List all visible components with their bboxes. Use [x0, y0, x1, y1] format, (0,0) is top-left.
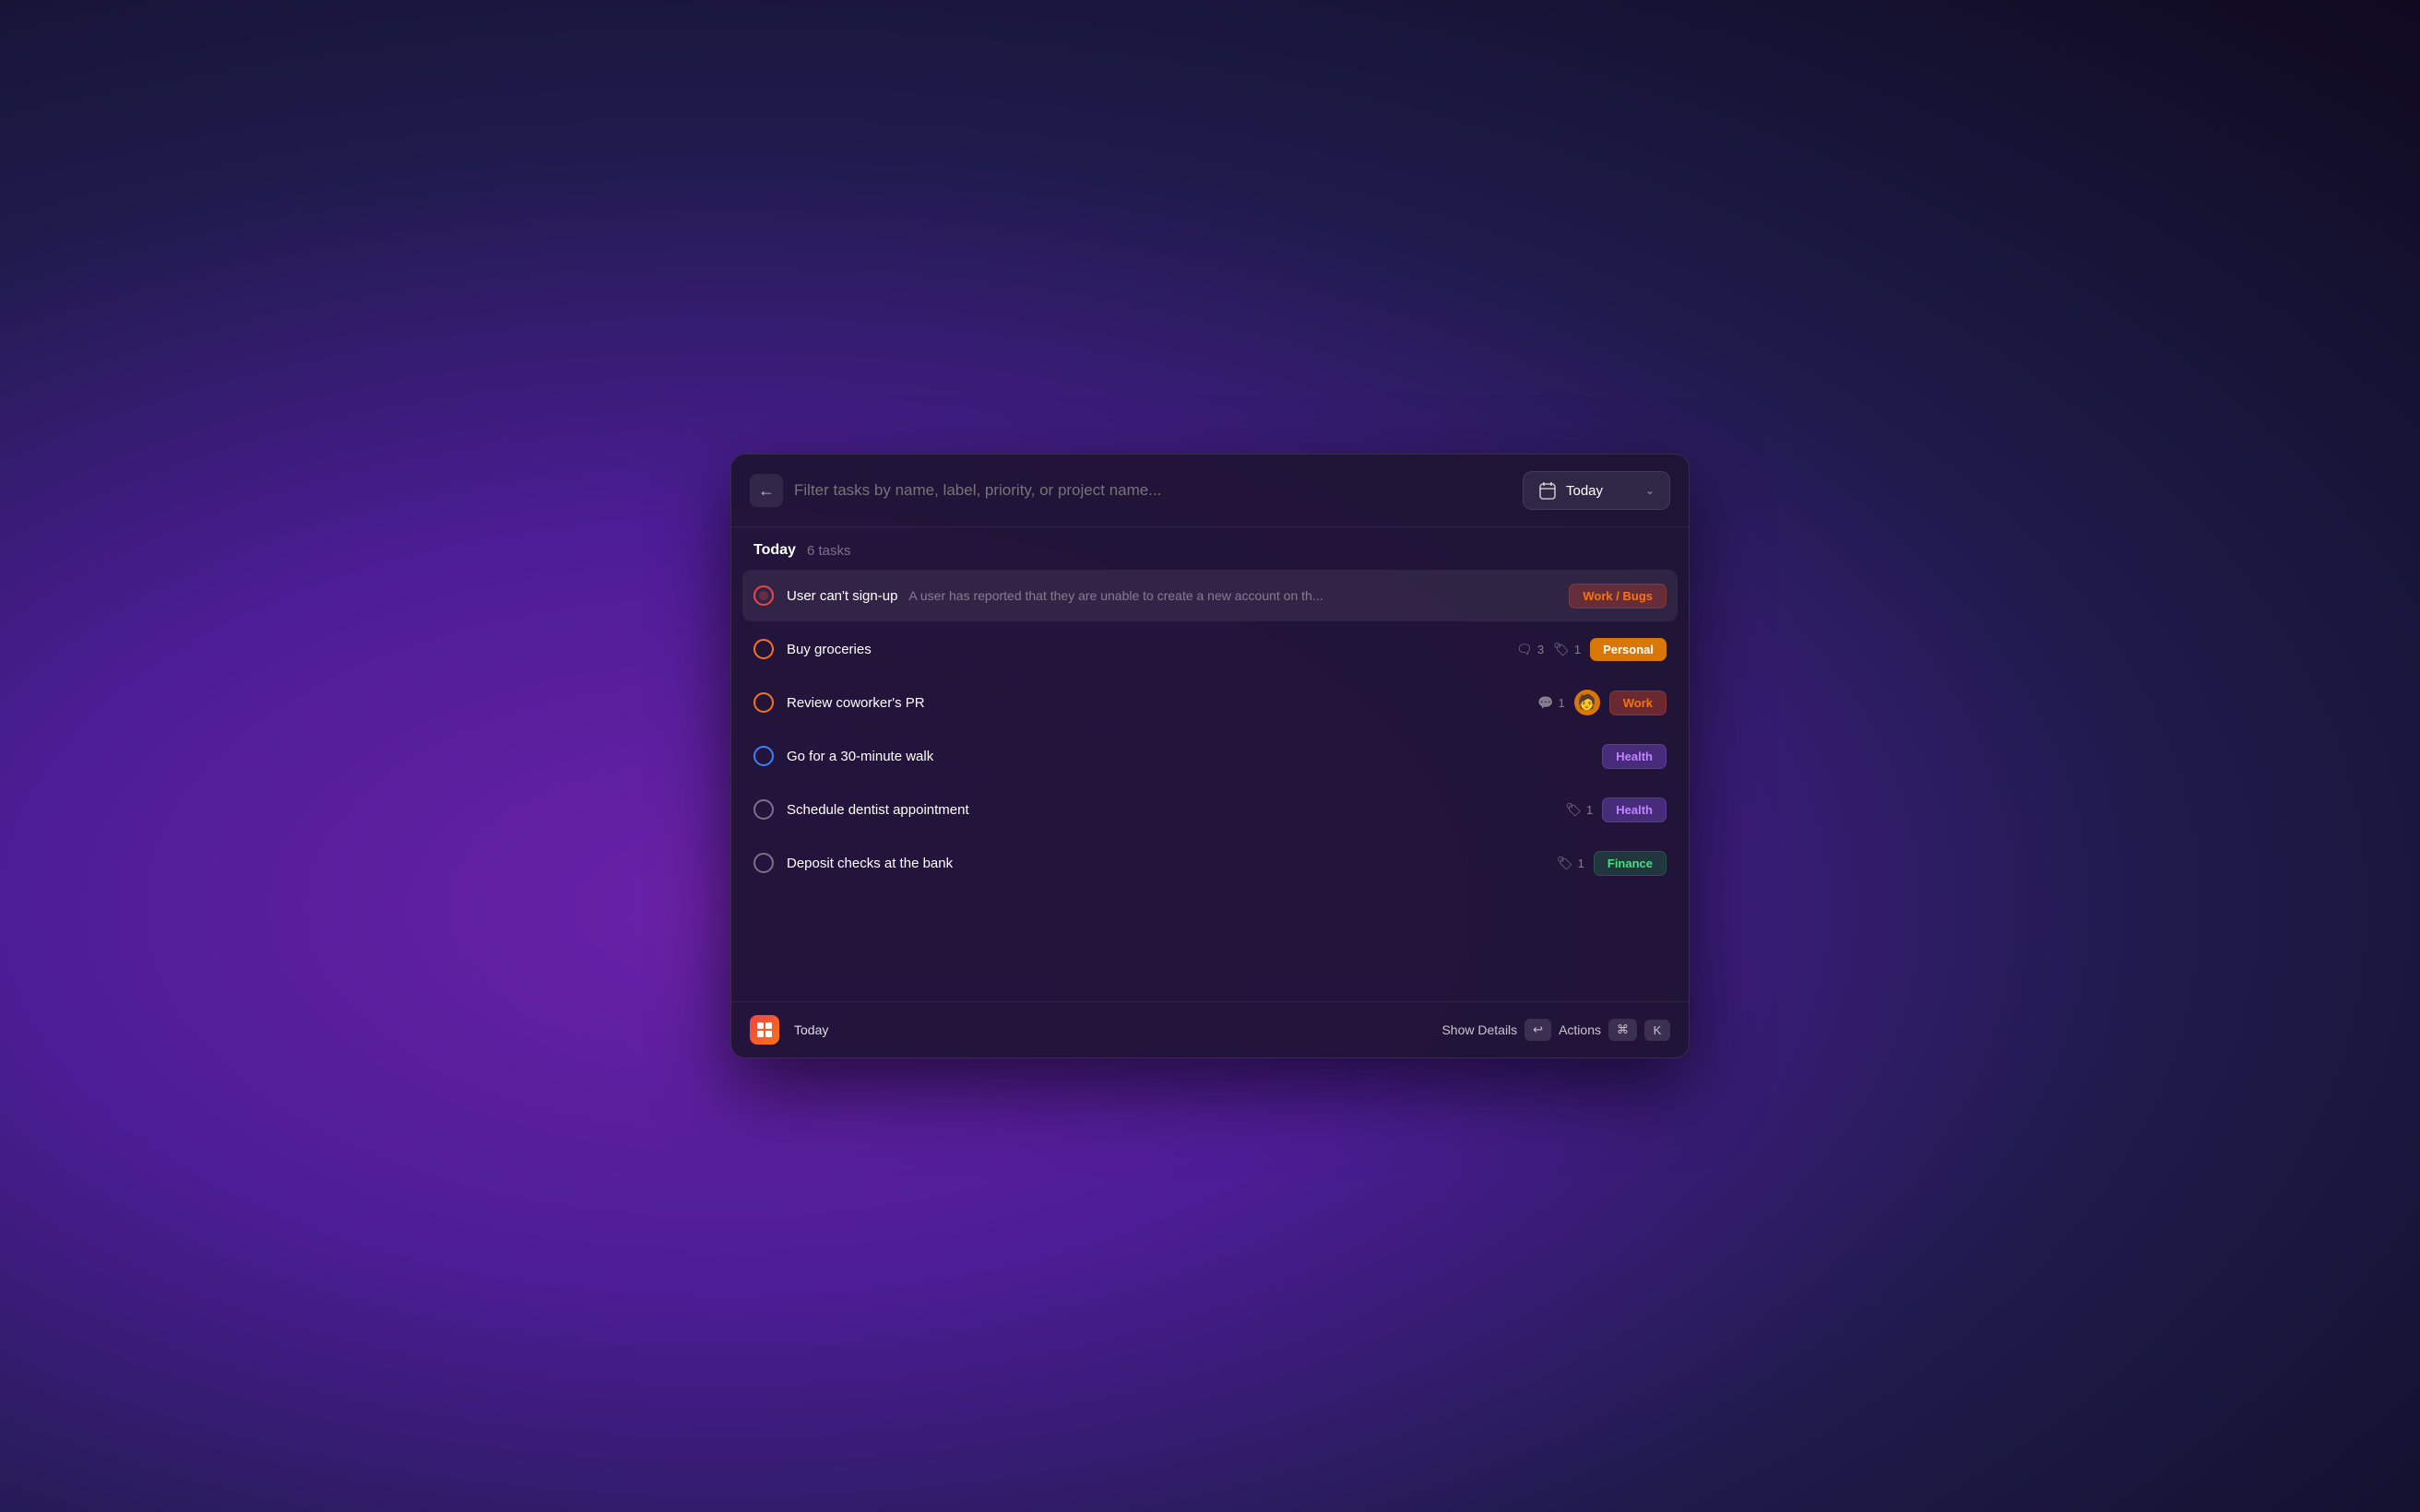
task-meta: 💬 1 🧑 Work — [1537, 690, 1667, 715]
task-content: Go for a 30-minute walk — [787, 749, 1589, 764]
task-content: Review coworker's PR — [787, 695, 1524, 711]
comment-count: 1 — [1559, 696, 1565, 710]
task-content: Buy groceries — [787, 642, 1503, 657]
task-comments: 🗨 3 — [1516, 642, 1544, 657]
task-label: Work — [1609, 691, 1667, 715]
task-label: Finance — [1594, 851, 1667, 876]
task-content: Deposit checks at the bank — [787, 856, 1544, 871]
enter-key: ↩ — [1524, 1019, 1551, 1041]
footer-actions: Show Details ↩ Actions ⌘ K — [1441, 1019, 1670, 1041]
task-content: User can't sign-up A user has reported t… — [787, 588, 1556, 604]
task-checkbox[interactable] — [753, 692, 774, 713]
calendar-icon — [1538, 481, 1557, 500]
task-meta: Work / Bugs — [1569, 584, 1667, 608]
task-row[interactable]: Buy groceries 🗨 3 🏷 1 Personal — [742, 623, 1678, 675]
app-logo-icon — [755, 1021, 774, 1039]
task-checkbox[interactable] — [753, 746, 774, 766]
task-row[interactable]: User can't sign-up A user has reported t… — [742, 570, 1678, 621]
task-checkbox[interactable] — [753, 585, 774, 606]
tag-count: 1 — [1574, 643, 1581, 656]
tag-count: 1 — [1586, 803, 1593, 817]
task-meta: 🏷 1 Finance — [1557, 851, 1667, 876]
task-row[interactable]: Schedule dentist appointment 🏷 1 Health — [742, 784, 1678, 835]
main-window: ← Today ⌄ Today 6 tasks — [730, 454, 1690, 1058]
task-tags: 🏷 1 — [1565, 802, 1593, 818]
comment-icon: 💬 — [1537, 695, 1553, 711]
footer: Today Show Details ↩ Actions ⌘ K — [731, 1001, 1689, 1057]
chevron-down-icon: ⌄ — [1645, 484, 1655, 497]
actions-button[interactable]: Actions — [1559, 1022, 1601, 1037]
date-filter-label: Today — [1566, 483, 1603, 499]
task-row[interactable]: Go for a 30-minute walk Health — [742, 730, 1678, 782]
task-content: Schedule dentist appointment — [787, 802, 1552, 818]
task-description: A user has reported that they are unable… — [908, 588, 1323, 603]
task-title: User can't sign-up — [787, 588, 897, 604]
cmd-key: ⌘ — [1608, 1019, 1637, 1041]
task-comments: 💬 1 — [1537, 695, 1565, 711]
tag-icon: 🏷 — [1557, 856, 1573, 871]
back-button[interactable]: ← — [750, 474, 783, 507]
task-meta: 🏷 1 Health — [1565, 797, 1667, 822]
task-title: Schedule dentist appointment — [787, 802, 969, 818]
search-bar: ← Today ⌄ — [731, 455, 1689, 527]
task-meta: Health — [1602, 744, 1667, 769]
search-input[interactable] — [794, 481, 1512, 500]
back-icon: ← — [758, 481, 775, 501]
list-header-today: Today — [753, 542, 796, 559]
tag-count: 1 — [1578, 856, 1584, 870]
thread-icon: 🗨 — [1516, 642, 1533, 657]
show-details-button[interactable]: Show Details — [1441, 1022, 1517, 1037]
content-spacer — [731, 891, 1689, 1001]
list-header-count: 6 tasks — [807, 543, 851, 559]
task-list: User can't sign-up A user has reported t… — [731, 570, 1689, 889]
task-checkbox[interactable] — [753, 853, 774, 873]
task-title: Buy groceries — [787, 642, 872, 657]
k-key: K — [1644, 1020, 1670, 1041]
task-label: Work / Bugs — [1569, 584, 1667, 608]
task-title: Review coworker's PR — [787, 695, 925, 711]
comment-count: 3 — [1537, 643, 1544, 656]
app-icon — [750, 1015, 779, 1045]
task-title: Deposit checks at the bank — [787, 856, 953, 871]
task-row[interactable]: Deposit checks at the bank 🏷 1 Finance — [742, 837, 1678, 889]
avatar: 🧑 — [1574, 690, 1600, 715]
date-filter-dropdown[interactable]: Today ⌄ — [1523, 471, 1670, 510]
task-label: Personal — [1590, 638, 1667, 661]
footer-title: Today — [794, 1022, 1427, 1037]
task-title: Go for a 30-minute walk — [787, 749, 933, 764]
task-list-header: Today 6 tasks — [731, 527, 1689, 570]
task-tags: 🏷 1 — [1557, 856, 1584, 871]
task-row[interactable]: Review coworker's PR 💬 1 🧑 Work — [742, 677, 1678, 728]
task-label: Health — [1602, 797, 1667, 822]
tag-icon: 🏷 — [1565, 802, 1582, 818]
task-label: Health — [1602, 744, 1667, 769]
tag-icon: 🏷 — [1553, 642, 1570, 657]
search-input-wrapper — [794, 481, 1512, 500]
task-tags: 🏷 1 — [1553, 642, 1581, 657]
task-checkbox[interactable] — [753, 639, 774, 659]
task-checkbox[interactable] — [753, 799, 774, 820]
task-meta: 🗨 3 🏷 1 Personal — [1516, 638, 1667, 661]
